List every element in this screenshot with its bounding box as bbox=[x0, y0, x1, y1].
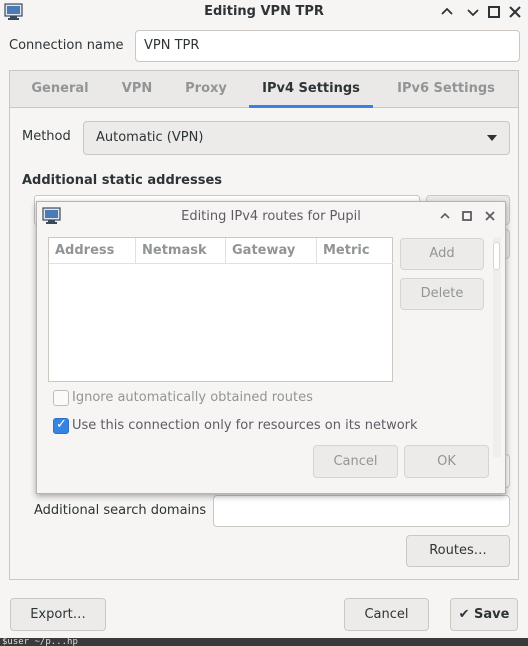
tab-ipv6-settings[interactable]: IPv6 Settings bbox=[382, 71, 510, 108]
save-label: Save bbox=[474, 607, 510, 622]
maximize-icon[interactable] bbox=[459, 208, 475, 224]
column-header-metric[interactable]: Metric bbox=[317, 238, 393, 264]
scrollbar[interactable] bbox=[493, 237, 501, 457]
tab-ipv4-settings[interactable]: IPv4 Settings bbox=[249, 71, 373, 108]
export-button[interactable]: Export… bbox=[10, 598, 106, 631]
cancel-button[interactable]: Cancel bbox=[344, 598, 429, 631]
method-dropdown[interactable]: Automatic (VPN) bbox=[83, 121, 510, 155]
method-label: Method bbox=[22, 129, 71, 144]
ignore-routes-checkbox[interactable] bbox=[53, 390, 69, 406]
tab-vpn[interactable]: VPN bbox=[110, 71, 164, 108]
column-header-gateway[interactable]: Gateway bbox=[226, 238, 317, 264]
tab-proxy[interactable]: Proxy bbox=[172, 71, 240, 108]
connection-name-label: Connection name bbox=[9, 38, 124, 53]
dialog-cancel-button[interactable]: Cancel bbox=[313, 445, 398, 478]
title-bar: Editing VPN TPR bbox=[0, 0, 528, 24]
search-domains-label: Additional search domains bbox=[34, 503, 207, 518]
only-resources-label: Use this connection only for resources o… bbox=[72, 418, 418, 433]
dialog-ok-button[interactable]: OK bbox=[404, 445, 489, 478]
routes-dialog: Editing IPv4 routes for Pupil Address Ne… bbox=[36, 201, 506, 494]
terminal-strip: $user ~/p...hp bbox=[0, 638, 528, 646]
scrollbar-thumb[interactable] bbox=[493, 242, 500, 270]
minimize-icon[interactable] bbox=[438, 3, 456, 21]
column-header-address[interactable]: Address bbox=[49, 238, 136, 264]
delete-route-button[interactable]: Delete bbox=[400, 278, 484, 310]
tab-bar: General VPN Proxy IPv4 Settings IPv6 Set… bbox=[10, 71, 518, 108]
additional-static-heading: Additional static addresses bbox=[22, 173, 223, 188]
column-header-netmask[interactable]: Netmask bbox=[136, 238, 226, 264]
restore-icon[interactable] bbox=[464, 3, 482, 21]
dialog-title: Editing IPv4 routes for Pupil bbox=[181, 209, 361, 224]
tab-general[interactable]: General bbox=[18, 71, 102, 108]
connection-name-input[interactable]: VPN TPR bbox=[135, 30, 520, 62]
checkmark-icon: ✔ bbox=[458, 607, 470, 622]
only-resources-checkbox[interactable] bbox=[53, 417, 69, 434]
ignore-routes-label: Ignore automatically obtained routes bbox=[72, 390, 313, 405]
close-icon[interactable] bbox=[506, 3, 524, 21]
chevron-down-icon bbox=[487, 135, 497, 141]
add-route-button[interactable]: Add bbox=[400, 238, 484, 270]
search-domains-input[interactable] bbox=[213, 495, 510, 527]
method-value: Automatic (VPN) bbox=[96, 130, 204, 145]
routes-button[interactable]: Routes… bbox=[406, 535, 510, 567]
maximize-icon[interactable] bbox=[485, 3, 503, 21]
minimize-icon[interactable] bbox=[437, 208, 453, 224]
routes-table[interactable]: Address Netmask Gateway Metric bbox=[48, 237, 393, 382]
save-button[interactable]: ✔ Save bbox=[450, 598, 518, 631]
close-icon[interactable] bbox=[482, 208, 498, 224]
